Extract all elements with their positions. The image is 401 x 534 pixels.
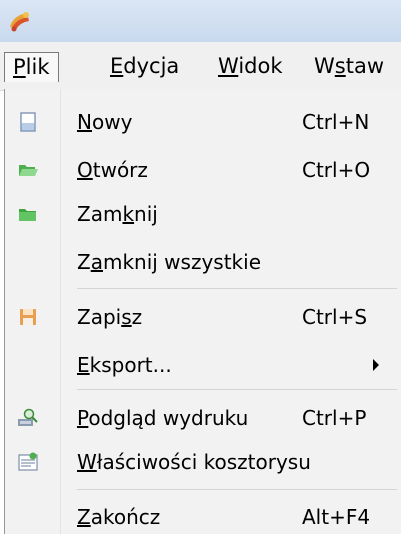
menu-wstaw-rest: taw <box>345 54 384 78</box>
properties-icon <box>18 452 38 471</box>
menu-item-new[interactable]: Nowy Ctrl+N <box>5 100 401 144</box>
menu-plik-mnemonic: P <box>13 55 26 79</box>
menu-item-export[interactable]: Eksport... <box>5 343 401 387</box>
new-document-icon <box>20 112 36 132</box>
label-mnemonic: k <box>122 202 135 226</box>
label-prefix: Zam <box>77 202 123 226</box>
label-suffix: mknij wszystkie <box>102 250 261 274</box>
menu-item-open[interactable]: Otwórz Ctrl+O <box>5 148 401 192</box>
menu-item-label: Właściwości kosztorysu <box>77 440 311 484</box>
menu-item-shortcut: Ctrl+O <box>302 158 371 182</box>
label-mnemonic: s <box>121 305 132 329</box>
menu-plik[interactable]: Plik <box>4 52 59 82</box>
submenu-arrow-icon <box>373 359 379 371</box>
label-suffix: twórz <box>92 158 148 182</box>
menu-item-shortcut: Ctrl+P <box>302 406 367 430</box>
menu-item-label: Nowy <box>77 100 132 144</box>
label-mnemonic: P <box>77 406 89 430</box>
menu-wstaw-mnemonic: s <box>334 54 346 78</box>
app-logo-icon[interactable] <box>6 9 32 33</box>
label-mnemonic: E <box>77 353 90 377</box>
menu-item-label: Podgląd wydruku <box>77 396 248 440</box>
menu-edycja[interactable]: Edycja <box>110 52 179 82</box>
menu-item-properties[interactable]: Właściwości kosztorysu <box>5 440 401 484</box>
file-menu-dropdown: Nowy Ctrl+N Otwórz Ctrl+O Zamknij Zamkni… <box>4 89 401 534</box>
label-suffix: nij <box>134 202 158 226</box>
menu-item-shortcut: Alt+F4 <box>302 505 371 529</box>
menu-wstaw-pre: W <box>314 54 335 78</box>
menu-widok[interactable]: Widok <box>218 52 283 82</box>
label-mnemonic: a <box>90 250 103 274</box>
print-preview-icon <box>18 408 38 426</box>
open-folder-icon <box>19 165 38 176</box>
label-mnemonic: W <box>77 450 97 474</box>
label-suffix: ksport... <box>89 353 172 377</box>
menu-item-close-all[interactable]: Zamknij wszystkie <box>5 240 401 284</box>
menu-widok-rest: idok <box>238 54 283 78</box>
label-suffix: z <box>131 305 143 329</box>
menu-separator <box>77 288 397 289</box>
menu-separator <box>77 389 397 390</box>
menu-wstaw[interactable]: Wstaw <box>314 52 384 82</box>
menu-item-label: Zakończ <box>77 495 160 534</box>
label-mnemonic: Z <box>77 505 91 529</box>
menu-separator <box>77 489 397 490</box>
menu-item-shortcut: Ctrl+S <box>302 305 368 329</box>
label-suffix: akończ <box>90 505 161 529</box>
label-mnemonic: O <box>77 158 93 182</box>
save-icon <box>20 309 36 325</box>
menu-item-exit[interactable]: Zakończ Alt+F4 <box>5 495 401 534</box>
menu-item-label: Zamknij wszystkie <box>77 240 261 284</box>
menu-item-label: Zapisz <box>77 295 142 339</box>
label-suffix: odgląd wydruku <box>88 406 249 430</box>
label-mnemonic: N <box>77 110 92 134</box>
menu-widok-mnemonic: W <box>218 54 239 78</box>
application-window: Plik Edycja Widok Wstaw Nowy Ctrl+N Otwó… <box>0 0 401 534</box>
menu-item-shortcut: Ctrl+N <box>302 110 370 134</box>
menu-item-label: Eksport... <box>77 343 172 387</box>
menu-item-print-preview[interactable]: Podgląd wydruku Ctrl+P <box>5 396 401 440</box>
menu-edycja-rest: dycja <box>123 54 180 78</box>
label-suffix: łaściwości kosztorysu <box>96 450 311 474</box>
menu-item-close[interactable]: Zamknij <box>5 192 401 236</box>
label-suffix: owy <box>91 110 133 134</box>
menu-bar: Plik Edycja Widok Wstaw <box>0 42 401 91</box>
label-prefix: Zapi <box>77 305 122 329</box>
label-prefix: Z <box>77 250 91 274</box>
menu-item-label: Zamknij <box>77 192 158 236</box>
menu-item-label: Otwórz <box>77 148 148 192</box>
title-bar <box>0 0 401 42</box>
menu-edycja-mnemonic: E <box>110 54 124 78</box>
close-folder-icon <box>19 209 36 221</box>
menu-item-save[interactable]: Zapisz Ctrl+S <box>5 295 401 339</box>
menu-plik-rest: lik <box>25 55 50 79</box>
